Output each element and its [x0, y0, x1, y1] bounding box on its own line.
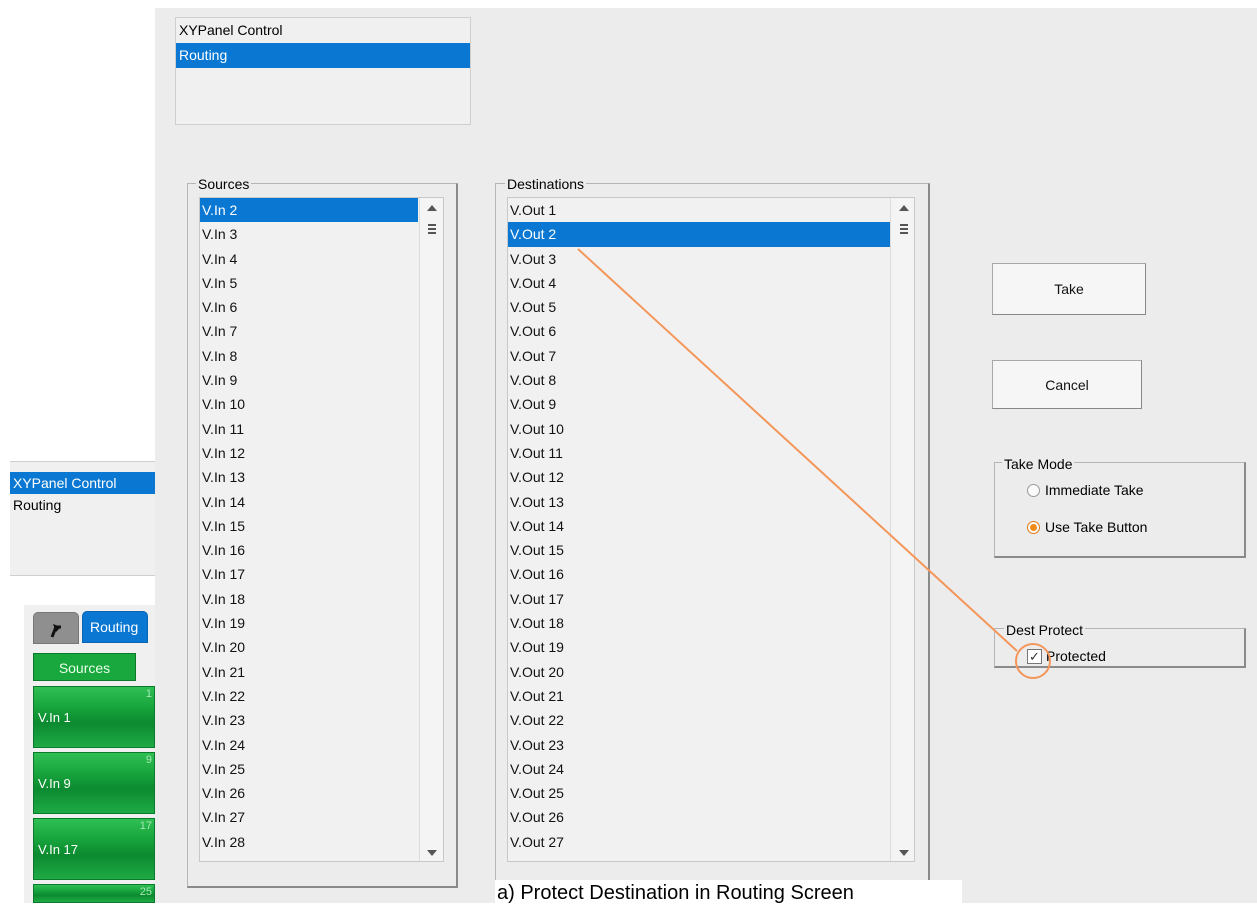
dest-protect-title: Dest Protect	[1004, 622, 1086, 638]
destination-list-item[interactable]: V.Out 9	[508, 392, 890, 416]
source-list-item[interactable]: V.In 18	[200, 587, 418, 611]
source-list-item[interactable]: V.In 21	[200, 660, 418, 684]
source-list-item[interactable]: V.In 24	[200, 733, 418, 757]
mode-list: XYPanel Control Routing	[175, 17, 471, 125]
take-button[interactable]: Take	[992, 263, 1146, 315]
destination-list-item[interactable]: V.Out 20	[508, 660, 890, 684]
take-mode-group	[994, 462, 1246, 558]
source-list-item[interactable]: V.In 20	[200, 635, 418, 659]
inset-sources-button[interactable]: Sources	[33, 653, 136, 681]
destination-list-item[interactable]: V.Out 5	[508, 295, 890, 319]
figure-caption: a) Protect Destination in Routing Screen	[495, 880, 962, 904]
source-list-item[interactable]: V.In 22	[200, 684, 418, 708]
source-list-item[interactable]: V.In 4	[200, 247, 418, 271]
destination-list-item[interactable]: V.Out 17	[508, 587, 890, 611]
destination-list-item[interactable]: V.Out 23	[508, 733, 890, 757]
source-list-item[interactable]: V.In 5	[200, 271, 418, 295]
mode-item-routing[interactable]: Routing	[176, 43, 470, 68]
inset-tab-routing[interactable]: Routing	[82, 611, 148, 643]
inset-source-tile[interactable]: 17 V.In 17	[33, 818, 155, 880]
sources-list[interactable]: V.In 2 V.In 3 V.In 4 V.In 5 V.In 6 V.In 7 V.In…	[199, 197, 444, 862]
destination-list-item[interactable]: V.Out 21	[508, 684, 890, 708]
scroll-down-icon[interactable]	[427, 850, 437, 856]
destination-list-item[interactable]: V.Out 15	[508, 538, 890, 562]
tile-number: 9	[145, 754, 152, 766]
protected-checkbox[interactable]: ✓	[1027, 649, 1042, 664]
destination-list-item[interactable]: V.Out 16	[508, 562, 890, 586]
destination-list-item[interactable]: V.Out 26	[508, 805, 890, 829]
tile-number: 1	[145, 688, 152, 700]
destination-list-item[interactable]: V.Out 3	[508, 247, 890, 271]
immediate-take-radio[interactable]	[1027, 484, 1040, 497]
source-list-item[interactable]: V.In 16	[200, 538, 418, 562]
destination-list-item[interactable]: V.Out 6	[508, 319, 890, 343]
destination-list-item[interactable]: V.Out 1	[508, 198, 890, 222]
source-list-item[interactable]: V.In 19	[200, 611, 418, 635]
destination-list-item[interactable]: V.Out 11	[508, 441, 890, 465]
tile-number: 25	[139, 886, 152, 898]
destination-list-item[interactable]: V.Out 12	[508, 465, 890, 489]
scroll-down-icon[interactable]	[899, 850, 909, 856]
destination-list-item[interactable]: V.Out 10	[508, 417, 890, 441]
destination-list-item[interactable]: V.Out 7	[508, 344, 890, 368]
source-list-item[interactable]: V.In 10	[200, 392, 418, 416]
inset-mode-item-xypanel[interactable]: XYPanel Control	[10, 472, 155, 494]
inset-tab-back[interactable]	[33, 612, 79, 644]
source-list-item[interactable]: V.In 23	[200, 708, 418, 732]
source-list-item[interactable]: V.In 26	[200, 781, 418, 805]
destination-list-item[interactable]: V.Out 14	[508, 514, 890, 538]
destinations-scrollbar[interactable]	[890, 198, 914, 861]
tile-number: 17	[139, 820, 152, 832]
tile-label: V.In 17	[38, 842, 79, 857]
destination-list-item[interactable]: V.Out 8	[508, 368, 890, 392]
scroll-up-icon[interactable]	[899, 205, 909, 211]
scroll-grip-icon[interactable]	[428, 224, 436, 226]
scroll-grip-icon[interactable]	[900, 224, 908, 226]
sources-scrollbar[interactable]	[419, 198, 443, 861]
destination-list-item[interactable]: V.Out 24	[508, 757, 890, 781]
source-list-item[interactable]: V.In 28	[200, 830, 418, 854]
scroll-up-icon[interactable]	[427, 205, 437, 211]
use-take-button-label[interactable]: Use Take Button	[1045, 519, 1147, 535]
destination-list-item[interactable]: V.Out 19	[508, 635, 890, 659]
inset-source-tile[interactable]: 9 V.In 9	[33, 752, 155, 814]
destination-list-item[interactable]: V.Out 27	[508, 830, 890, 854]
immediate-take-label[interactable]: Immediate Take	[1045, 482, 1144, 498]
sources-group-title: Sources	[196, 176, 252, 192]
source-list-item[interactable]: V.In 8	[200, 344, 418, 368]
inset-mode-list: XYPanel Control Routing	[10, 461, 155, 576]
destination-list-item[interactable]: V.Out 2	[508, 222, 890, 247]
use-take-button-radio[interactable]	[1027, 521, 1040, 534]
tile-label: V.In 1	[38, 710, 71, 725]
destination-list-item[interactable]: V.Out 18	[508, 611, 890, 635]
destinations-list[interactable]: V.Out 1 V.Out 2 V.Out 3 V.Out 4 V.Out 5 V.Out…	[507, 197, 915, 862]
destinations-group-title: Destinations	[505, 176, 587, 192]
source-list-item[interactable]: V.In 2	[200, 198, 418, 223]
inset-mode-item-routing[interactable]: Routing	[10, 494, 155, 516]
source-list-item[interactable]: V.In 12	[200, 441, 418, 465]
source-list-item[interactable]: V.In 25	[200, 757, 418, 781]
source-list-item[interactable]: V.In 17	[200, 562, 418, 586]
destination-list-item[interactable]: V.Out 4	[508, 271, 890, 295]
tile-label: V.In 9	[38, 776, 71, 791]
take-mode-title: Take Mode	[1002, 456, 1075, 472]
source-list-item[interactable]: V.In 27	[200, 805, 418, 829]
source-list-item[interactable]: V.In 3	[200, 222, 418, 246]
destination-list-item[interactable]: V.Out 25	[508, 781, 890, 805]
source-list-item[interactable]: V.In 9	[200, 368, 418, 392]
inset-source-tile[interactable]: 25	[33, 884, 155, 903]
source-list-item[interactable]: V.In 15	[200, 514, 418, 538]
destination-list-item[interactable]: V.Out 13	[508, 490, 890, 514]
protected-label[interactable]: Protected	[1046, 648, 1106, 664]
source-list-item[interactable]: V.In 14	[200, 490, 418, 514]
source-list-item[interactable]: V.In 13	[200, 465, 418, 489]
source-list-item[interactable]: V.In 11	[200, 417, 418, 441]
back-arrow-icon	[50, 624, 61, 638]
cancel-button[interactable]: Cancel	[992, 360, 1142, 409]
mode-item-xypanel[interactable]: XYPanel Control	[176, 18, 470, 43]
inset-source-tile[interactable]: 1 V.In 1	[33, 686, 155, 748]
source-list-item[interactable]: V.In 7	[200, 319, 418, 343]
destination-list-item[interactable]: V.Out 22	[508, 708, 890, 732]
source-list-item[interactable]: V.In 6	[200, 295, 418, 319]
